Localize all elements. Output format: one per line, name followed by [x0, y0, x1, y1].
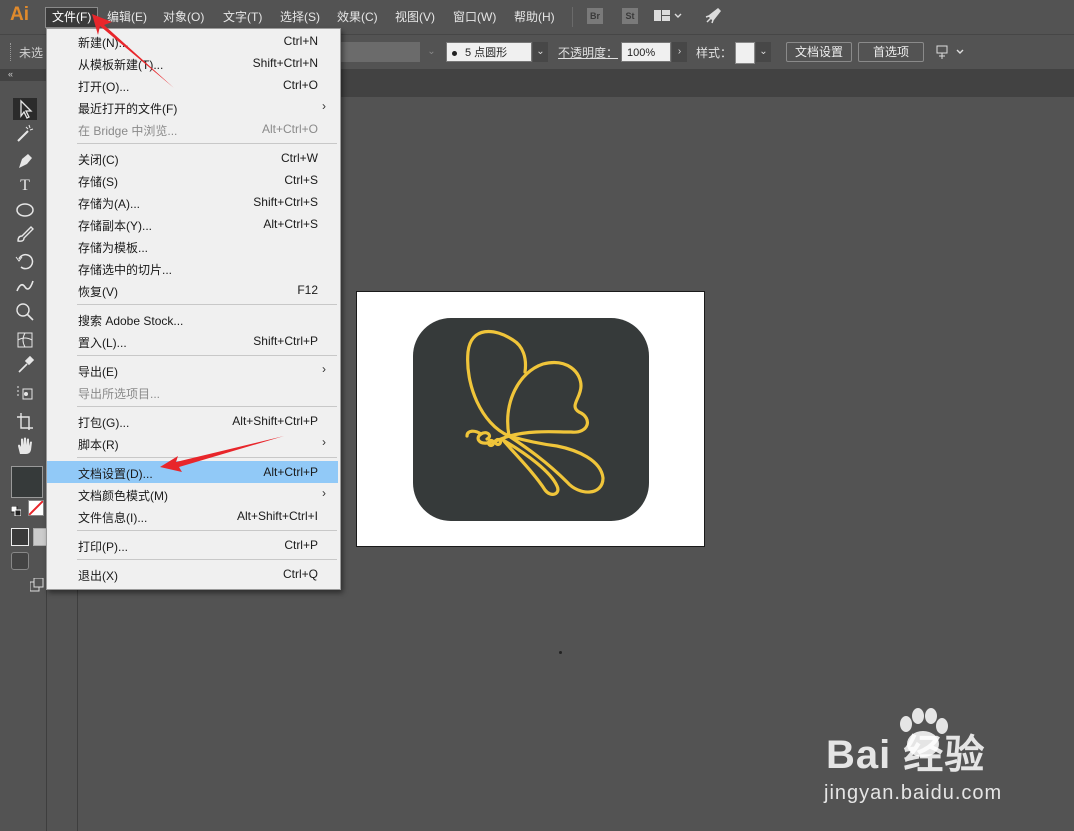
watermark-url: jingyan.baidu.com [824, 782, 1003, 804]
arrow-to-file-menu [92, 14, 174, 88]
baidu-watermark: Bai 经验 jingyan.baidu.com [800, 708, 1060, 812]
arrow-to-doc-setup [160, 436, 284, 472]
watermark-brand: Bai 经验 [826, 733, 986, 777]
